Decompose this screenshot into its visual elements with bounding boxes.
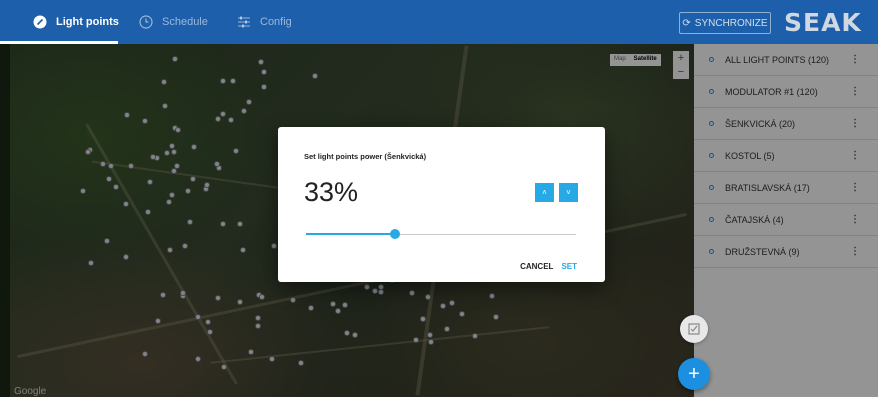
checklist-icon <box>688 323 700 335</box>
tab-label: Light points <box>56 16 119 28</box>
synchronize-button[interactable]: ⟳ SYNCHRONIZE <box>679 12 771 34</box>
tab-light-points[interactable]: Light points <box>32 0 119 44</box>
sliders-icon <box>236 14 252 30</box>
set-button[interactable]: SET <box>561 262 577 271</box>
add-button[interactable]: + <box>678 358 710 390</box>
top-app-bar: Light points Schedule Config ⟳ SYNCHRONI… <box>0 0 878 44</box>
active-tab-indicator <box>0 41 118 44</box>
tab-config[interactable]: Config <box>236 0 292 44</box>
dialog-actions: CANCEL SET <box>520 262 577 271</box>
plus-icon: + <box>688 362 700 385</box>
cancel-button[interactable]: CANCEL <box>520 262 553 271</box>
seak-logo: SEAK <box>784 8 862 37</box>
power-value: 33% <box>304 177 359 207</box>
decrease-button[interactable]: ˅ <box>559 183 578 202</box>
increase-button[interactable]: ˄ <box>535 183 554 202</box>
chevron-up-icon: ˄ <box>542 188 547 197</box>
power-slider-handle[interactable] <box>390 229 401 239</box>
clock-icon <box>138 14 154 30</box>
chevron-down-icon: ˅ <box>566 188 571 197</box>
tab-schedule[interactable]: Schedule <box>138 0 208 44</box>
sync-icon: ⟳ <box>682 17 691 29</box>
dialog-title: Set light points power (Šenkvická) <box>304 152 427 161</box>
lightbulb-icon <box>32 14 48 30</box>
tab-label: Schedule <box>162 16 208 28</box>
synchronize-label: SYNCHRONIZE <box>694 17 768 29</box>
set-power-dialog: Set light points power (Šenkvická) 33% ˄… <box>278 127 605 282</box>
power-slider-fill <box>306 233 396 235</box>
select-mode-button[interactable] <box>680 315 708 343</box>
tab-label: Config <box>260 16 292 28</box>
